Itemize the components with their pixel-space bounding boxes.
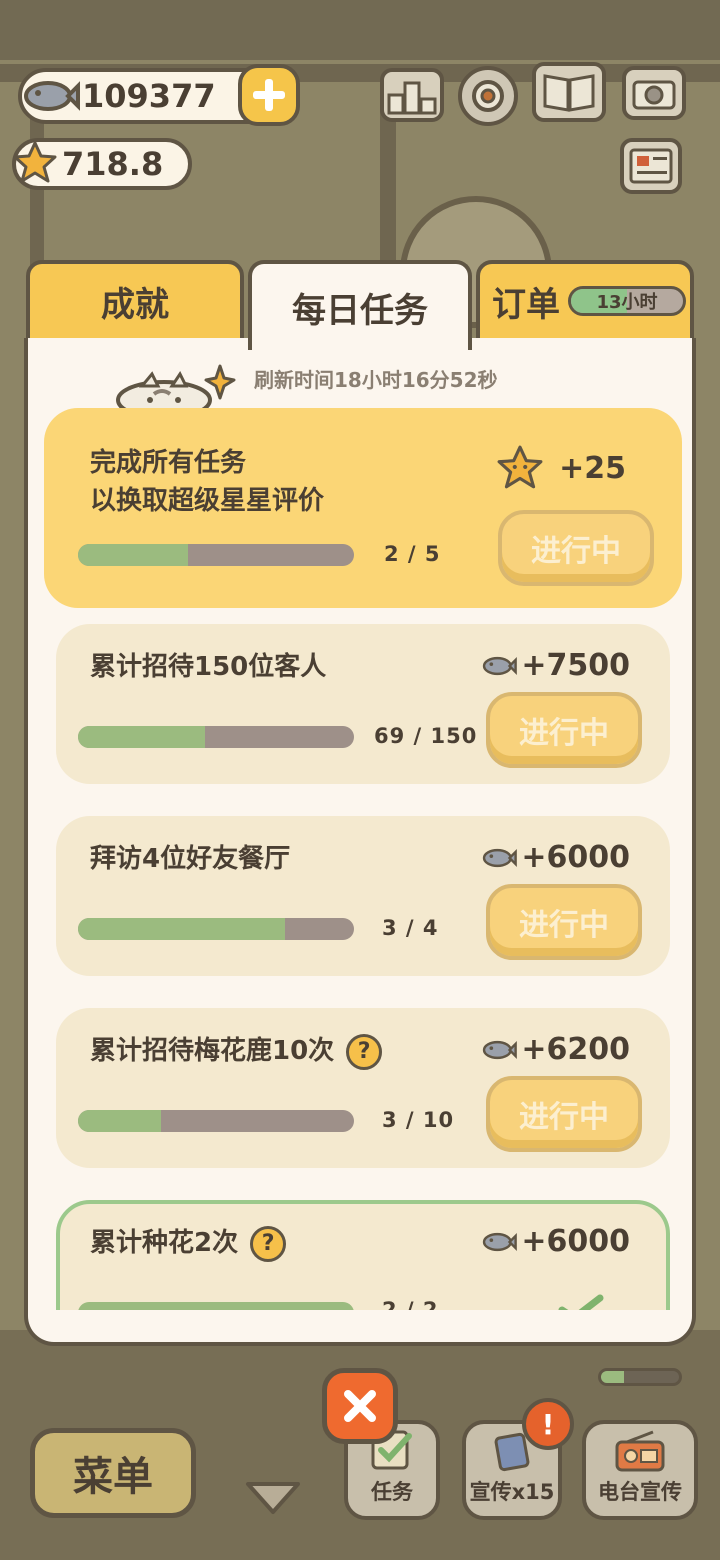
chevron-down-icon[interactable] [244, 1478, 302, 1516]
help-icon[interactable]: ? [346, 1033, 383, 1070]
task-card: 拜访4位好友餐厅 +6000 3 / 4 进行中 [56, 816, 670, 976]
radio-promotion-button[interactable]: 电台宣传 [582, 1420, 698, 1520]
gear-icon[interactable] [458, 66, 518, 126]
task-progress-bar [78, 918, 354, 940]
master-task-reward: +25 [495, 444, 626, 492]
tab-achievements-label: 成就 [101, 284, 169, 325]
newspaper-icon[interactable] [620, 138, 682, 194]
task-reward-value: +7500 [521, 648, 630, 683]
task-card: 累计招待150位客人 +7500 69 / 150 进行中 [56, 624, 670, 784]
fish-icon [483, 848, 518, 867]
tab-orders-label: 订单 [492, 284, 560, 325]
order-timer-text: 13小时 [596, 292, 658, 313]
radio-promotion-button-label: 电台宣传 [598, 1480, 682, 1504]
tab-daily-tasks-label: 每日任务 [292, 290, 428, 331]
task-title-text: 累计招待梅花鹿10次 [90, 1036, 335, 1066]
task-status-button[interactable]: 进行中 [486, 1076, 642, 1152]
fish-count: 109377 [82, 77, 216, 115]
master-task-status-button[interactable]: 进行中 [498, 510, 654, 586]
task-title-text: 累计种花2次 [90, 1228, 239, 1258]
task-progress-text: 3 / 10 [382, 1108, 455, 1132]
alert-badge: ! [522, 1398, 574, 1450]
tab-daily-tasks[interactable]: 每日任务 [248, 260, 472, 350]
task-progress-bar [78, 1302, 354, 1310]
camera-icon[interactable] [622, 66, 686, 120]
task-title: 拜访4位好友餐厅 [90, 844, 291, 874]
master-task-progress-text: 2 / 5 [384, 542, 441, 566]
task-status-button[interactable]: 进行中 [486, 692, 642, 768]
leaderboard-icon[interactable] [380, 68, 444, 122]
task-status-button[interactable]: 进行中 [486, 884, 642, 960]
menu-button[interactable]: 菜单 [30, 1428, 196, 1518]
mini-progress-bar [598, 1368, 682, 1386]
task-title: 累计招待梅花鹿10次? [90, 1032, 383, 1070]
add-currency-button[interactable] [238, 64, 300, 126]
task-reward: +6000 [477, 840, 630, 875]
close-icon [344, 1390, 376, 1422]
task-reward: +7500 [477, 648, 630, 683]
task-card-completed: 累计种花2次? +6000 2 / 2 [56, 1200, 670, 1310]
menu-button-label: 菜单 [73, 1454, 153, 1500]
task-reward-value: +6000 [521, 1224, 630, 1259]
daily-tasks-panel: 刷新时间18小时16分52秒 完成所有任务 以换取超级星星评价 +25 2 / … [24, 338, 696, 1346]
task-reward-value: +6200 [521, 1032, 630, 1067]
task-list[interactable]: 刷新时间18小时16分52秒 完成所有任务 以换取超级星星评价 +25 2 / … [28, 338, 692, 1310]
task-reward: +6200 [477, 1032, 630, 1067]
task-progress-text: 3 / 4 [382, 916, 439, 940]
task-progress-text: 2 / 2 [382, 1298, 439, 1310]
star-rating-pill: 718.8 [12, 138, 192, 190]
star-icon [13, 141, 57, 183]
radio-icon [615, 1430, 665, 1472]
fish-icon [483, 656, 518, 675]
task-card: 累计招待梅花鹿10次? +6200 3 / 10 进行中 [56, 1008, 670, 1168]
tab-achievements[interactable]: 成就 [26, 260, 244, 342]
task-title: 累计种花2次? [90, 1224, 287, 1262]
help-icon[interactable]: ? [250, 1225, 287, 1262]
task-reward: +6000 [477, 1224, 630, 1259]
star-count: 718.8 [62, 145, 164, 183]
fish-icon [483, 1232, 518, 1251]
task-progress-text: 69 / 150 [374, 724, 478, 748]
master-task-progress-bar [78, 544, 354, 566]
master-task-title-1: 完成所有任务 [90, 448, 247, 478]
master-task-reward-value: +25 [559, 450, 626, 486]
fish-icon [24, 81, 80, 111]
fish-icon [483, 1040, 518, 1059]
task-reward-value: +6000 [521, 840, 630, 875]
star-icon [497, 445, 543, 489]
book-icon[interactable] [532, 62, 606, 122]
task-progress-bar [78, 726, 354, 748]
promotion-button-label: 宣传x15 [469, 1480, 555, 1504]
master-task-title-2: 以换取超级星星评价 [90, 486, 325, 516]
task-progress-bar [78, 1110, 354, 1132]
tab-orders[interactable]: 订单 13小时 [476, 260, 694, 342]
task-title: 累计招待150位客人 [90, 652, 327, 682]
refresh-timer: 刷新时间18小时16分52秒 [254, 368, 498, 392]
close-button[interactable] [322, 1368, 398, 1444]
order-timer-bar: 13小时 [568, 286, 686, 316]
plus-icon [253, 79, 285, 111]
master-task-card: 完成所有任务 以换取超级星星评价 +25 2 / 5 进行中 [44, 408, 682, 608]
task-button-label: 任务 [371, 1480, 413, 1504]
checkmark-icon [558, 1294, 604, 1310]
